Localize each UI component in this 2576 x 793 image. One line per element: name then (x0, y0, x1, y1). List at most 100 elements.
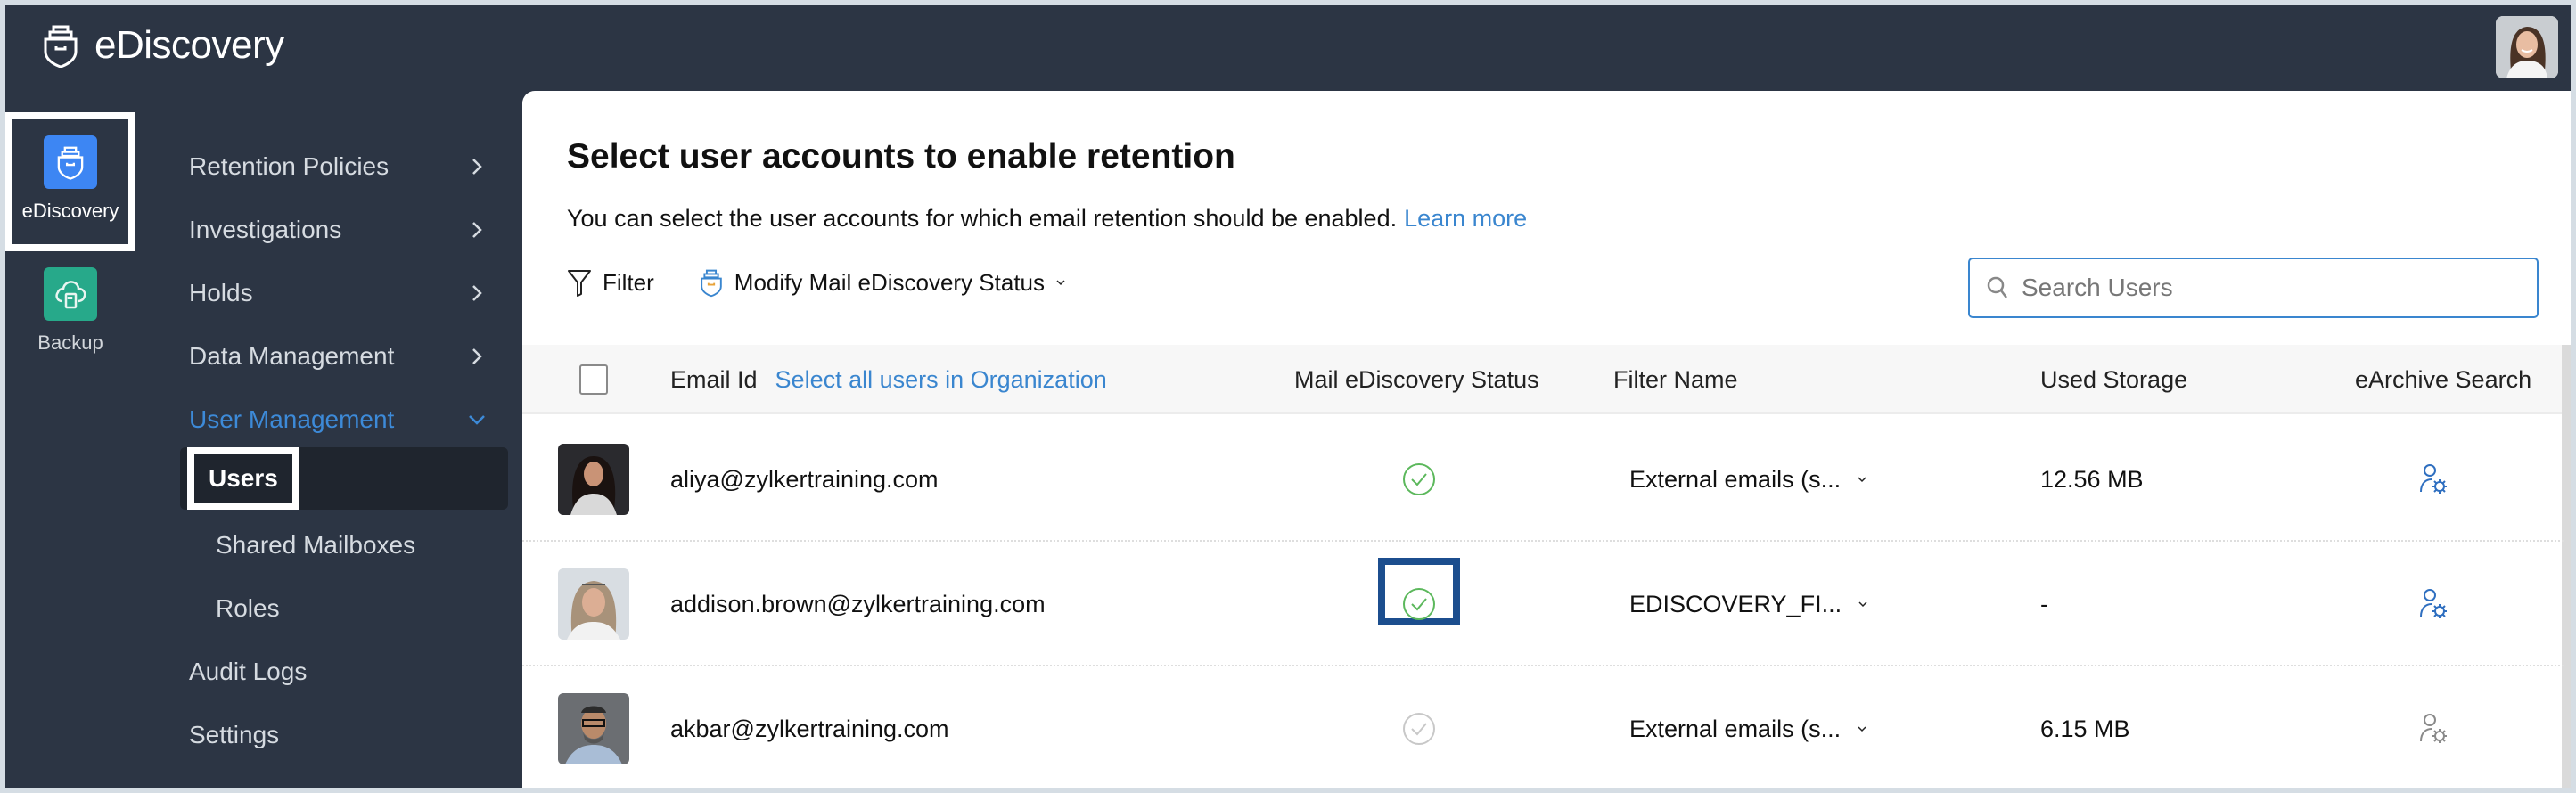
user-settings-icon (2420, 589, 2447, 618)
table-row[interactable]: addison.brown@zylkertraining.com EDISCOV… (522, 542, 2564, 666)
user-settings-icon (2420, 714, 2447, 743)
column-header-filter: Filter Name (1613, 365, 1738, 393)
status-cell[interactable] (1401, 542, 1437, 666)
sidebar-subitem-users[interactable]: Users (187, 447, 299, 510)
modify-status-dropdown[interactable]: Modify Mail eDiscovery Status (699, 267, 1066, 298)
status-cell[interactable] (1401, 417, 1437, 542)
chevron-down-icon (1056, 280, 1065, 286)
sidebar-item-user-management[interactable]: User Management (189, 393, 487, 446)
table-row[interactable]: akbar@zylkertraining.com External emails… (522, 666, 2564, 788)
filter-name-value: External emails (s... (1629, 465, 1842, 493)
earchive-cell[interactable] (2419, 666, 2449, 788)
sidebar-subitem-roles[interactable]: Roles (216, 582, 280, 635)
search-icon (1987, 276, 2007, 298)
rail-item-ediscovery[interactable]: eDiscovery (5, 112, 135, 251)
sidebar-item-label: Holds (189, 279, 253, 307)
modify-status-label: Modify Mail eDiscovery Status (734, 268, 1046, 296)
check-circle-icon (1403, 588, 1435, 620)
filter-name-dropdown[interactable]: EDISCOVERY_FI... (1629, 542, 1868, 666)
archive-shield-icon (57, 146, 84, 180)
sidebar-item-settings[interactable]: Settings (189, 708, 487, 762)
main-panel: Select user accounts to enable retention… (522, 91, 2571, 788)
archive-shield-icon (701, 269, 722, 298)
column-header-earchive: eArchive Search (2355, 365, 2532, 393)
storage-cell: - (2040, 590, 2048, 617)
chevron-down-icon (1858, 726, 1866, 732)
avatar-cell (558, 666, 629, 788)
sidebar-item-investigations[interactable]: Investigations (189, 203, 487, 257)
chevron-down-icon (469, 415, 485, 425)
chevron-right-icon (472, 159, 482, 175)
select-all-checkbox-cell (579, 345, 608, 414)
page-title: Select user accounts to enable retention (567, 137, 1235, 176)
select-all-org-link[interactable]: Select all users in Organization (775, 366, 1107, 394)
table-row[interactable]: aliya@zylkertraining.com External emails… (522, 417, 2564, 542)
sidebar-item-retention-policies[interactable]: Retention Policies (189, 140, 487, 193)
brand[interactable]: eDiscovery (41, 23, 284, 68)
rail-label: Backup (37, 331, 103, 354)
select-all-checkbox[interactable] (579, 364, 608, 395)
avatar (558, 444, 629, 515)
sidebar-item-label: Investigations (189, 216, 342, 243)
earchive-cell[interactable] (2419, 417, 2449, 542)
earchive-cell[interactable] (2419, 542, 2449, 666)
sidebar-subitem-shared-mailboxes[interactable]: Shared Mailboxes (216, 519, 415, 572)
app-rail: eDiscovery Backup (5, 91, 135, 788)
rail-tile-backup (44, 267, 97, 321)
avatar-cell (558, 417, 629, 542)
filter-label: Filter (603, 268, 654, 296)
chevron-right-icon (472, 285, 482, 301)
filter-name-value: EDISCOVERY_FI... (1629, 590, 1842, 617)
user-settings-icon (2420, 464, 2447, 494)
chevron-down-icon (1858, 601, 1867, 608)
check-circle-icon (1403, 713, 1435, 745)
page-description: You can select the user accounts for whi… (567, 205, 1527, 233)
profile-avatar[interactable] (2496, 16, 2558, 78)
description-text: You can select the user accounts for whi… (567, 205, 1398, 232)
profile-photo (2496, 16, 2558, 78)
sidebar-item-label: User Management (189, 405, 395, 433)
table-header: Email Id Select all users in Organizatio… (522, 345, 2564, 414)
column-header-status: Mail eDiscovery Status (1294, 365, 1539, 393)
chevron-right-icon (472, 348, 482, 364)
archive-shield-icon (44, 25, 78, 68)
sidebar-item-data-management[interactable]: Data Management (189, 330, 487, 383)
filter-name-dropdown[interactable]: External emails (s... (1629, 417, 1867, 542)
chevron-down-icon (1858, 477, 1866, 483)
toolbar: Filter Modify Mail eDiscovery Status (567, 267, 1066, 298)
cloud-backup-icon (55, 281, 86, 309)
avatar (558, 693, 629, 764)
column-header-email: Email Id (670, 365, 758, 393)
sidebar-item-holds[interactable]: Holds (189, 266, 487, 320)
column-email: Email Id Select all users in Organizatio… (670, 345, 1107, 414)
storage-cell: 6.15 MB (2040, 715, 2130, 742)
rail-tile-ediscovery (44, 135, 97, 189)
sidebar-item-label: Retention Policies (189, 152, 390, 180)
rail-item-backup[interactable]: Backup (5, 260, 135, 376)
avatar-cell (558, 542, 629, 666)
column-header-storage: Used Storage (2040, 365, 2188, 393)
check-circle-icon (1403, 463, 1435, 495)
app-window: eDiscovery eDiscovery Backup Retention P… (5, 5, 2571, 788)
avatar (558, 568, 629, 640)
search-box[interactable] (1968, 258, 2539, 318)
sidebar-item-label: Data Management (189, 342, 395, 370)
email-cell: addison.brown@zylkertraining.com (670, 590, 1046, 617)
top-bar: eDiscovery (5, 5, 2571, 91)
filter-icon (568, 270, 591, 297)
email-cell: aliya@zylkertraining.com (670, 465, 939, 493)
app-title: eDiscovery (94, 23, 284, 67)
filter-button[interactable]: Filter (567, 268, 654, 297)
learn-more-link[interactable]: Learn more (1404, 205, 1527, 232)
chevron-right-icon (472, 222, 482, 238)
sidebar-nav: Retention Policies Investigations Holds … (135, 91, 528, 788)
sidebar-item-audit-logs[interactable]: Audit Logs (189, 645, 487, 699)
filter-name-dropdown[interactable]: External emails (s... (1629, 666, 1867, 788)
status-cell[interactable] (1401, 666, 1437, 788)
email-cell: akbar@zylkertraining.com (670, 715, 949, 742)
filter-name-value: External emails (s... (1629, 715, 1842, 742)
search-input[interactable] (2022, 274, 2521, 302)
sidebar-item-label: Audit Logs (189, 658, 308, 685)
sidebar-item-label: Settings (189, 721, 280, 748)
rail-label: eDiscovery (21, 200, 119, 222)
